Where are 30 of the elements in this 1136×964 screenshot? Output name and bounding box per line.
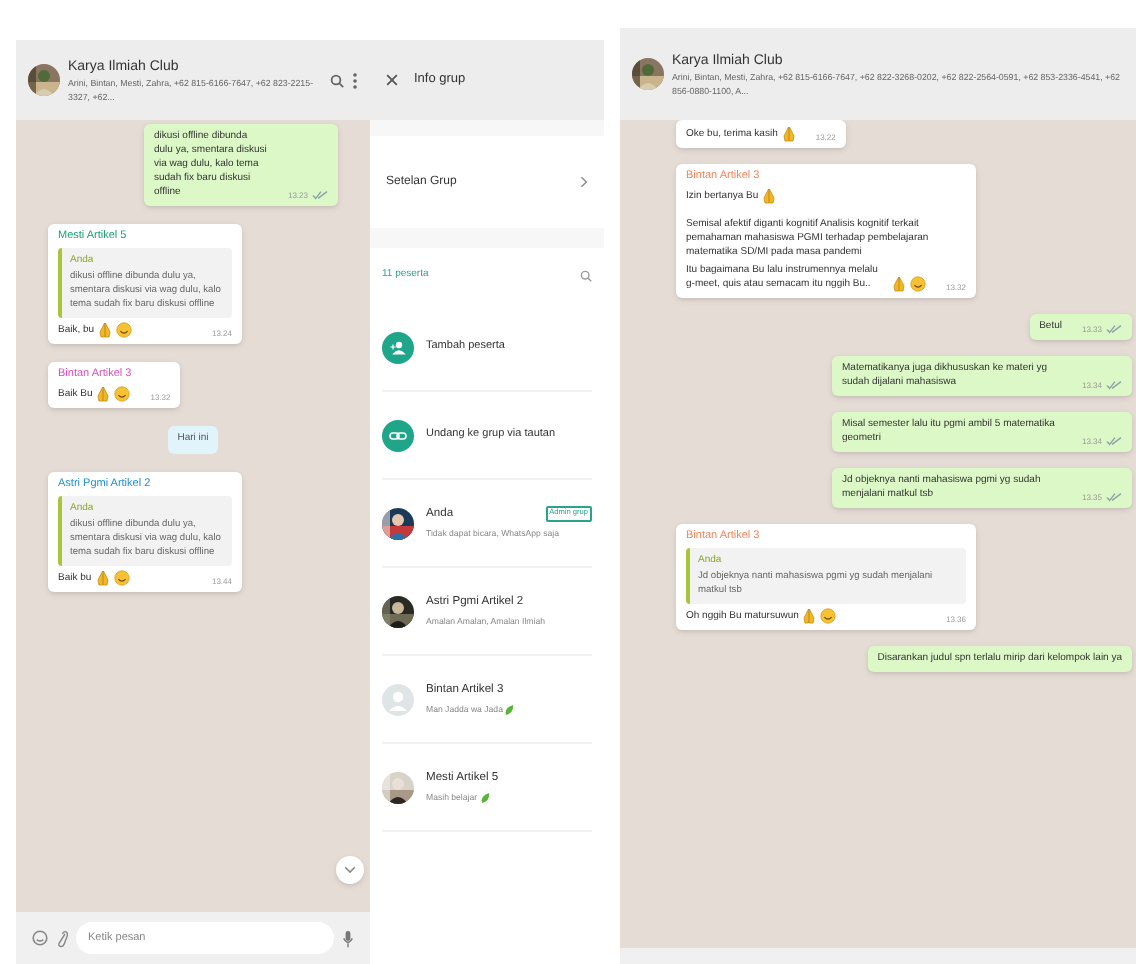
search-icon[interactable] xyxy=(580,270,592,282)
scroll-down-button[interactable] xyxy=(336,856,364,884)
praying-hands-icon xyxy=(96,386,111,402)
default-avatar-icon xyxy=(382,683,414,715)
microphone-icon[interactable] xyxy=(342,929,354,947)
read-ticks-icon xyxy=(312,190,328,200)
read-ticks-icon xyxy=(1106,436,1122,446)
smiley-icon xyxy=(113,569,130,585)
chevron-down-icon xyxy=(344,866,356,874)
smiley-icon xyxy=(114,386,131,402)
praying-hands-icon xyxy=(98,322,113,338)
praying-hands-icon xyxy=(891,276,906,292)
search-icon[interactable] xyxy=(330,73,344,87)
praying-hands-icon xyxy=(802,608,817,624)
praying-hands-icon xyxy=(95,569,110,585)
read-ticks-icon xyxy=(1106,380,1122,390)
emoji-icon[interactable] xyxy=(32,930,48,946)
link-icon xyxy=(382,419,414,451)
smiley-icon xyxy=(820,608,837,624)
read-ticks-icon xyxy=(1106,324,1122,334)
praying-hands-icon xyxy=(781,126,796,142)
read-ticks-icon xyxy=(1106,492,1122,502)
close-icon[interactable] xyxy=(386,74,398,86)
smiley-icon xyxy=(116,322,133,338)
menu-icon[interactable] xyxy=(352,71,358,89)
add-person-icon xyxy=(382,331,414,363)
chevron-right-icon xyxy=(580,176,588,188)
praying-hands-icon xyxy=(762,188,777,204)
smiley-icon xyxy=(909,276,926,292)
paperclip-icon[interactable] xyxy=(56,929,68,947)
